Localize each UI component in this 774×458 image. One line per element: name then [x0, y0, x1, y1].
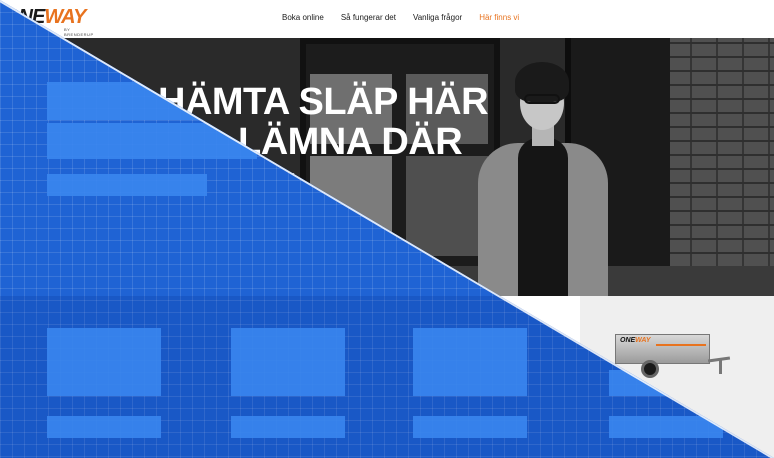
logo-subtitle: BY BRENDERUP [64, 27, 94, 37]
nav-boka-online[interactable]: Boka online [282, 13, 324, 22]
nav-sa-fungerar-det[interactable]: Så fungerar det [341, 13, 396, 22]
wheel-icon [641, 360, 659, 378]
trailer-brand: ONEWAY [620, 337, 651, 344]
trailer-image: ONEWAY [615, 334, 731, 390]
hero-person-image [470, 58, 620, 296]
page: ONEWAY BY BRENDERUP Boka online Så funge… [0, 0, 774, 458]
nav-vanliga-fragor[interactable]: Vanliga frågor [413, 13, 462, 22]
hero-text: n [290, 170, 296, 180]
main-nav: Boka online Så fungerar det Vanliga fråg… [282, 13, 519, 22]
hero-banner: HÄMTA SLÄP HÄR LÄMNA DÄR n [0, 38, 774, 296]
oneway-logo[interactable]: ONEWAY BY BRENDERUP [4, 6, 94, 37]
logo-wordmark: ONEWAY [4, 6, 86, 28]
hero-brick-wall [664, 38, 774, 296]
site-header: ONEWAY BY BRENDERUP Boka online Så funge… [0, 0, 774, 38]
hero-title: HÄMTA SLÄP HÄR LÄMNA DÄR [158, 81, 489, 163]
nav-har-finns-vi[interactable]: Här finns vi [479, 13, 519, 22]
lower-section: ONEWAY [0, 296, 774, 458]
glasses-icon [524, 94, 560, 104]
hero-floor [0, 266, 774, 296]
